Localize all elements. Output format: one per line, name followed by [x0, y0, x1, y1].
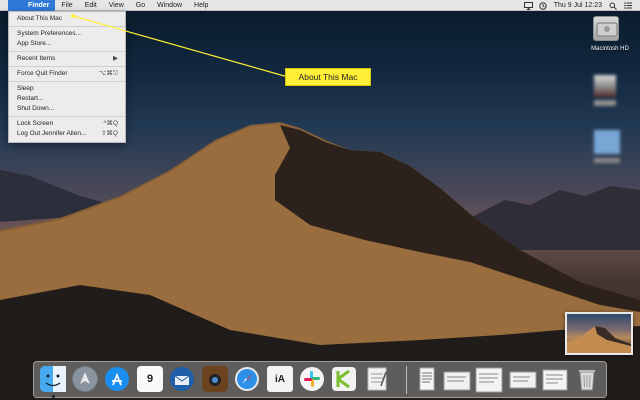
hard-drive-icon[interactable] [593, 16, 619, 41]
screenshot-thumbnail[interactable] [565, 312, 633, 355]
finder-icon[interactable] [40, 366, 66, 392]
blurred-label [594, 158, 620, 163]
dock-divider [406, 366, 407, 394]
app-store-icon[interactable] [104, 366, 130, 392]
keyboard-maestro-icon[interactable] [331, 366, 357, 392]
screenshot-stack-icon[interactable] [540, 368, 570, 392]
safari-icon[interactable] [234, 366, 260, 392]
trash-icon[interactable] [574, 366, 600, 392]
screenshot-stack-icon[interactable] [508, 370, 538, 392]
callout-label: About This Mac [285, 68, 371, 86]
notes-icon[interactable] [364, 366, 390, 392]
dock: 9 iA [33, 361, 607, 398]
screenshot-stack-icon[interactable] [474, 366, 504, 394]
blurred-label [594, 100, 616, 106]
hard-drive-label[interactable]: Macintosh HD [582, 46, 638, 52]
calendar-icon[interactable]: 9 [137, 366, 163, 392]
photo-booth-icon[interactable] [202, 366, 228, 392]
thunderbird-icon[interactable] [169, 366, 195, 392]
ia-writer-icon[interactable]: iA [267, 366, 293, 392]
callout-pointer [71, 14, 289, 78]
calendar-day: 9 [146, 373, 154, 385]
document-icon[interactable] [414, 366, 440, 392]
blurred-folder-icon[interactable] [594, 130, 620, 154]
launchpad-icon[interactable] [72, 366, 98, 392]
screenshot-stack-icon[interactable] [442, 368, 474, 392]
blurred-desktop-icon[interactable] [594, 75, 616, 97]
running-indicator [52, 395, 55, 398]
ia-writer-text: iA [275, 373, 285, 385]
slack-icon[interactable] [299, 366, 325, 392]
